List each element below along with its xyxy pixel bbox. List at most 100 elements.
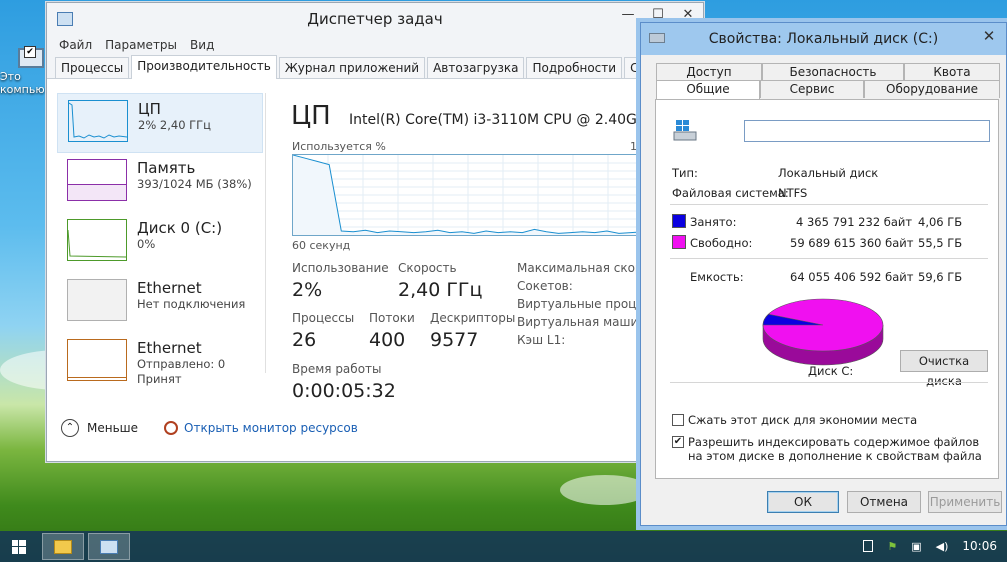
local-disk-icon: [673, 120, 697, 141]
graph-label: Используется %: [292, 140, 386, 153]
ethernet-2-thumbnail-graph: [67, 339, 127, 381]
tab-bar: Процессы Производительность Журнал прило…: [47, 55, 703, 79]
disk-cleanup-button[interactable]: Очистка диска: [900, 350, 988, 388]
disk-label: Диск C:: [808, 364, 854, 378]
tab-sharing[interactable]: Доступ: [656, 63, 762, 81]
detail-virtual-machine: Виртуальная машина:: [517, 315, 658, 329]
sidebar-ethernet-1-name: Ethernet: [137, 279, 202, 297]
speed-value: 2,40 ГГц: [398, 279, 483, 301]
memory-thumbnail-graph: [67, 159, 127, 201]
sidebar-divider: [265, 93, 266, 373]
tab-processes[interactable]: Процессы: [55, 57, 130, 78]
compress-label[interactable]: Сжать этот диск для экономии места: [688, 413, 992, 427]
used-space-swatch: [672, 214, 686, 228]
tab-tools[interactable]: Сервис: [760, 80, 864, 98]
dialog-close-button[interactable]: ✕: [974, 27, 1004, 45]
capacity-gb: 59,6 ГБ: [918, 270, 963, 284]
sidebar-item-disk[interactable]: Диск 0 (C:) 0%: [57, 213, 263, 273]
index-label[interactable]: Разрешить индексировать содержимое файло…: [688, 435, 992, 463]
capacity-bytes: 64 055 406 592 байт: [790, 270, 914, 284]
sidebar-item-ethernet-1[interactable]: Ethernet Нет подключения: [57, 273, 263, 333]
compress-checkbox[interactable]: [672, 414, 684, 426]
taskbar: ⚑ ▣ ◀) 10:06: [0, 531, 1007, 562]
processes-value: 26: [292, 329, 317, 351]
disk-thumbnail-graph: [67, 219, 127, 261]
handles-label: Дескрипторы: [430, 311, 516, 325]
graph-time: 60 секунд: [292, 239, 351, 252]
taskbar-explorer-button[interactable]: [42, 533, 84, 560]
apply-button[interactable]: Применить: [928, 491, 1002, 513]
dialog-title-bar[interactable]: Свойства: Локальный диск (C:) ✕: [641, 23, 1006, 55]
fewer-details-button[interactable]: ⌃: [61, 419, 79, 437]
tab-app-history[interactable]: Журнал приложений: [278, 57, 426, 78]
desktop-icon-label: Это компью: [0, 70, 45, 96]
fewer-details-label[interactable]: Меньше: [87, 421, 138, 435]
tab-general[interactable]: Общие: [656, 80, 760, 100]
sidebar-memory-name: Память: [137, 159, 196, 177]
uptime-value: 0:00:05:32: [292, 380, 396, 402]
handles-value: 9577: [430, 329, 479, 351]
sidebar-item-ethernet-2[interactable]: Ethernet Отправлено: 0 Принят: [57, 333, 263, 393]
minimize-button[interactable]: —: [613, 3, 643, 27]
separator: [670, 382, 988, 383]
ok-button[interactable]: ОК: [767, 491, 839, 513]
menu-file[interactable]: Файл: [59, 38, 92, 52]
cpu-thumbnail-graph: [68, 100, 128, 142]
filesystem-label: Файловая система:: [672, 186, 789, 200]
desktop-computer-icon[interactable]: ✔ Это компью: [0, 44, 46, 96]
menu-options[interactable]: Параметры: [105, 38, 177, 52]
tab-security[interactable]: Безопасность: [762, 63, 904, 81]
start-button-icon[interactable]: [12, 540, 26, 554]
title-bar[interactable]: Диспетчер задач — ☐ ✕: [47, 3, 703, 35]
cpu-heading: ЦП: [291, 101, 331, 131]
detail-max-speed: Максимальная скорос: [517, 261, 657, 275]
open-resource-monitor-link[interactable]: Открыть монитор ресурсов: [184, 421, 358, 435]
type-value: Локальный диск: [778, 166, 879, 180]
tab-performance[interactable]: Производительность: [131, 55, 277, 79]
cancel-button[interactable]: Отмена: [847, 491, 921, 513]
used-label: Занято:: [690, 215, 737, 229]
task-manager-icon: [100, 540, 118, 554]
tab-startup[interactable]: Автозагрузка: [427, 57, 525, 78]
tab-details[interactable]: Подробности: [526, 57, 623, 78]
used-gb: 4,06 ГБ: [918, 215, 963, 229]
disk-properties-dialog: Свойства: Локальный диск (C:) ✕ Доступ Б…: [640, 22, 1007, 526]
tab-hardware[interactable]: Оборудование: [864, 80, 1000, 98]
speed-label: Скорость: [398, 261, 457, 275]
free-bytes: 59 689 615 360 байт: [790, 236, 914, 250]
sidebar-ethernet-1-sub: Нет подключения: [137, 297, 246, 311]
action-center-icon[interactable]: [863, 540, 874, 552]
threads-label: Потоки: [369, 311, 415, 325]
sidebar-ethernet-2-name: Ethernet: [137, 339, 202, 357]
sidebar-ethernet-2-sub: Отправлено: 0 Принят: [137, 357, 226, 386]
filesystem-value: NTFS: [778, 186, 808, 200]
volume-icon[interactable]: ◀): [936, 540, 949, 553]
threads-value: 400: [369, 329, 406, 351]
network-icon[interactable]: ▣: [911, 540, 921, 553]
volume-label-input[interactable]: [744, 120, 990, 142]
sidebar-disk-sub: 0%: [137, 237, 156, 251]
separator: [670, 258, 988, 259]
used-bytes: 4 365 791 232 байт: [796, 215, 913, 229]
detail-virtual-processors: Виртуальные процесс: [517, 297, 657, 311]
tab-quota[interactable]: Квота: [904, 63, 1000, 81]
sidebar-item-cpu[interactable]: ЦП 2% 2,40 ГГц: [57, 93, 263, 153]
clock[interactable]: 10:06: [962, 539, 997, 553]
free-label: Свободно:: [690, 236, 753, 250]
folder-icon: [54, 540, 72, 554]
capacity-label: Емкость:: [690, 270, 744, 284]
task-manager-window: Диспетчер задач — ☐ ✕ Файл Параметры Вид…: [46, 2, 704, 462]
desktop-icon-checkbox[interactable]: ✔: [24, 46, 36, 58]
resource-monitor-icon: [164, 421, 179, 435]
security-flag-icon[interactable]: ⚑: [887, 540, 897, 553]
usage-label: Использование: [292, 261, 389, 275]
sidebar-cpu-name: ЦП: [138, 100, 161, 118]
taskbar-task-manager-button[interactable]: [88, 533, 130, 560]
menu-view[interactable]: Вид: [190, 38, 214, 52]
sidebar-cpu-sub: 2% 2,40 ГГц: [138, 118, 212, 132]
index-checkbox[interactable]: ✔: [672, 436, 684, 448]
system-tray: ⚑ ▣ ◀) 10:06: [863, 539, 997, 553]
sidebar-item-memory[interactable]: Память 393/1024 МБ (38%): [57, 153, 263, 213]
separator: [670, 204, 988, 205]
sidebar-memory-sub: 393/1024 МБ (38%): [137, 177, 252, 191]
